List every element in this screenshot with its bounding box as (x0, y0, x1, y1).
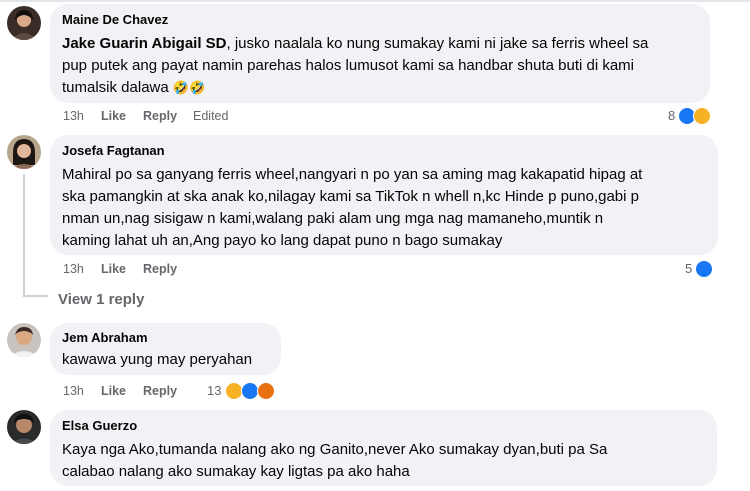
comment-author[interactable]: Elsa Guerzo (62, 418, 705, 434)
like-button[interactable]: Like (101, 108, 126, 124)
like-button[interactable]: Like (101, 383, 126, 399)
angry-reaction-icon (257, 382, 275, 400)
comment-text: kawawa yung may peryahan (62, 351, 253, 368)
comment-text: Mahiral po sa ganyang ferris wheel,nangy… (62, 166, 643, 249)
comment-text: Jake Guarin Abigail SD, jusko naalala ko… (62, 35, 649, 96)
comment-bubble: Maine De Chavez Jake Guarin Abigail SD, … (50, 4, 710, 103)
reply-thread-line (23, 174, 25, 295)
comment-bubble: Josefa Fagtanan Mahiral po sa ganyang fe… (50, 135, 718, 255)
comment-actions: 13h Like Reply Edited (63, 108, 363, 124)
comment-author[interactable]: Josefa Fagtanan (62, 143, 706, 159)
avatar-maine[interactable] (7, 6, 41, 40)
edited-label: Edited (193, 109, 229, 123)
avatar-elsa[interactable] (7, 410, 41, 444)
comment-bubble: Jem Abraham kawawa yung may peryahan (50, 323, 281, 375)
comment-timestamp[interactable]: 13h (63, 108, 84, 124)
reply-button[interactable]: Reply (143, 108, 177, 124)
comment-author[interactable]: Jem Abraham (62, 330, 269, 346)
rofl-emoji: 🤣🤣 (172, 80, 206, 95)
reply-button[interactable]: Reply (143, 383, 177, 399)
reaction-count: 8 (668, 108, 676, 123)
comment-timestamp[interactable]: 13h (63, 261, 84, 277)
reaction-count: 5 (685, 261, 693, 276)
reaction-summary[interactable]: 13 (207, 382, 282, 400)
comment-timestamp[interactable]: 13h (63, 383, 84, 399)
avatar-jem[interactable] (7, 323, 41, 357)
comment-text: Kaya nga Ako,tumanda nalang ako ng Ganit… (62, 441, 608, 480)
reaction-count: 13 (207, 383, 222, 398)
reply-thread-connector (23, 295, 48, 297)
reaction-summary[interactable]: 8 (668, 107, 718, 125)
reply-button[interactable]: Reply (143, 261, 177, 277)
comment-actions: 13h Like Reply (63, 261, 263, 277)
reaction-summary[interactable]: 5 (685, 260, 717, 278)
view-replies-link[interactable]: View 1 reply (58, 291, 144, 308)
comment-bubble: Elsa Guerzo Kaya nga Ako,tumanda nalang … (50, 410, 717, 486)
haha-reaction-icon (693, 107, 711, 125)
like-button[interactable]: Like (101, 261, 126, 277)
comment-author[interactable]: Maine De Chavez (62, 12, 698, 28)
avatar-josefa[interactable] (7, 135, 41, 169)
like-reaction-icon (695, 260, 713, 278)
mention-link[interactable]: Jake Guarin Abigail SD (62, 35, 227, 52)
top-divider (0, 0, 750, 2)
